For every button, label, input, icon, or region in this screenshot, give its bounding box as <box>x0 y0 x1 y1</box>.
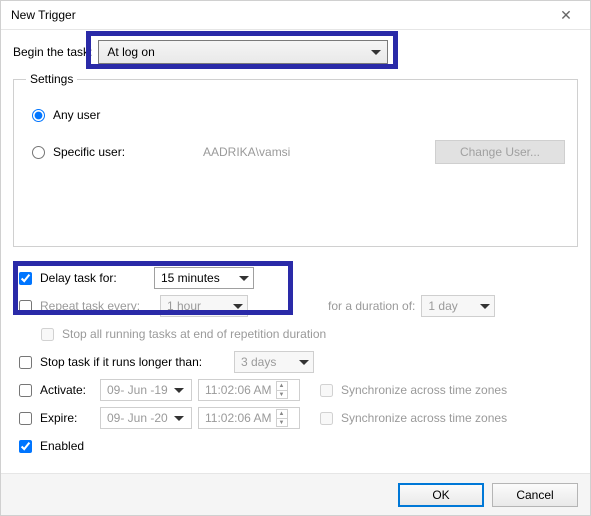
close-button[interactable]: ✕ <box>546 1 586 29</box>
ok-label: OK <box>432 488 449 502</box>
activate-sync-label: Synchronize across time zones <box>341 383 507 397</box>
ok-button[interactable]: OK <box>398 483 484 507</box>
specific-user-value: AADRIKA\vamsi <box>203 145 383 159</box>
expire-time-picker: 11:02:06 AM ▲▼ <box>198 407 300 429</box>
expire-time-value: 11:02:06 AM <box>205 411 272 425</box>
repeat-task-select: 1 hour <box>160 295 248 317</box>
repeat-task-value: 1 hour <box>167 299 201 313</box>
stop-running-checkbox <box>41 328 54 341</box>
cancel-button[interactable]: Cancel <box>492 483 578 507</box>
repeat-task-checkbox[interactable] <box>19 300 32 313</box>
begin-task-label: Begin the task: <box>13 45 92 59</box>
expire-sync-label: Synchronize across time zones <box>341 411 507 425</box>
activate-sync-checkbox <box>320 384 333 397</box>
settings-group: Settings Any user Specific user: AADRIKA… <box>13 72 578 247</box>
time-spinner-icon: ▲▼ <box>276 381 288 399</box>
calendar-dropdown-icon <box>174 416 184 421</box>
expire-date-picker: 09- Jun -20 <box>100 407 192 429</box>
chevron-down-icon <box>299 360 309 365</box>
expire-date-value: 09- Jun -20 <box>107 411 168 425</box>
enabled-checkbox[interactable] <box>19 440 32 453</box>
settings-legend: Settings <box>26 72 77 86</box>
expire-checkbox[interactable] <box>19 412 32 425</box>
change-user-label: Change User... <box>460 145 540 159</box>
begin-task-select[interactable]: At log on <box>98 40 388 64</box>
window-title: New Trigger <box>11 8 76 22</box>
chevron-down-icon <box>371 50 381 55</box>
repeat-duration-select: 1 day <box>421 295 495 317</box>
delay-task-value: 15 minutes <box>161 271 220 285</box>
chevron-down-icon <box>239 276 249 281</box>
stop-task-value: 3 days <box>241 355 276 369</box>
cancel-label: Cancel <box>516 488 553 502</box>
stop-task-select: 3 days <box>234 351 314 373</box>
delay-task-select[interactable]: 15 minutes <box>154 267 254 289</box>
chevron-down-icon <box>480 304 490 309</box>
stop-task-label: Stop task if it runs longer than: <box>40 355 234 369</box>
calendar-dropdown-icon <box>174 388 184 393</box>
activate-checkbox[interactable] <box>19 384 32 397</box>
specific-user-label: Specific user: <box>53 145 203 159</box>
titlebar: New Trigger ✕ <box>1 1 590 30</box>
any-user-radio[interactable] <box>32 109 45 122</box>
time-spinner-icon: ▲▼ <box>276 409 288 427</box>
expire-sync-checkbox <box>320 412 333 425</box>
specific-user-radio[interactable] <box>32 146 45 159</box>
delay-task-label: Delay task for: <box>40 271 154 285</box>
change-user-button: Change User... <box>435 140 565 164</box>
enabled-label: Enabled <box>40 439 84 453</box>
delay-task-checkbox[interactable] <box>19 272 32 285</box>
activate-time-value: 11:02:06 AM <box>205 383 272 397</box>
any-user-label: Any user <box>53 108 100 122</box>
advanced-settings-group: Delay task for: 15 minutes Repeat task e… <box>13 265 578 459</box>
activate-date-value: 09- Jun -19 <box>107 383 168 397</box>
stop-task-checkbox[interactable] <box>19 356 32 369</box>
stop-running-label: Stop all running tasks at end of repetit… <box>62 327 326 341</box>
activate-date-picker: 09- Jun -19 <box>100 379 192 401</box>
activate-time-picker: 11:02:06 AM ▲▼ <box>198 379 300 401</box>
repeat-duration-label: for a duration of: <box>328 299 415 313</box>
expire-label: Expire: <box>40 411 100 425</box>
dialog-footer: OK Cancel <box>1 473 590 515</box>
repeat-duration-value: 1 day <box>428 299 457 313</box>
close-icon: ✕ <box>560 7 572 24</box>
begin-task-value: At log on <box>107 45 154 59</box>
repeat-task-label: Repeat task every: <box>40 299 160 313</box>
chevron-down-icon <box>233 304 243 309</box>
activate-label: Activate: <box>40 383 100 397</box>
